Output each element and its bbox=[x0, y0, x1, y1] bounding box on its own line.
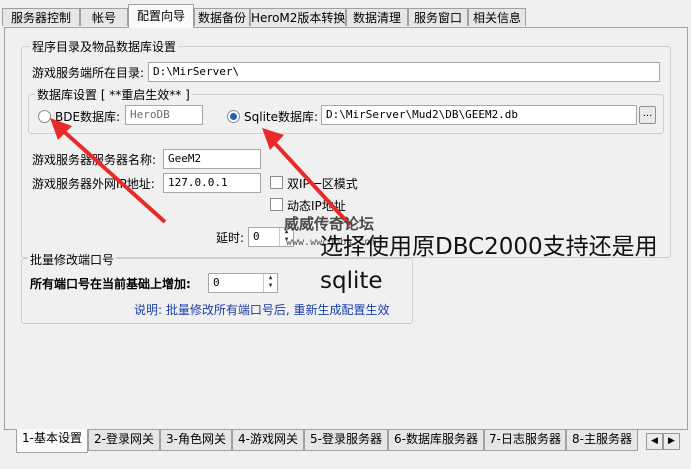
tab-game-gateway[interactable]: 4-游戏网关 bbox=[232, 430, 304, 451]
tab-main-server[interactable]: 8-主服务器 bbox=[566, 430, 638, 451]
tab-config-wizard[interactable]: 配置向导 bbox=[128, 4, 194, 28]
annotation-text: 选择使用原DBC2000支持还是用sqlite bbox=[320, 234, 658, 294]
arrow-to-sqlite bbox=[268, 136, 352, 227]
tab-log-server[interactable]: 7-日志服务器 bbox=[484, 430, 566, 451]
tab-login-server[interactable]: 5-登录服务器 bbox=[304, 430, 388, 451]
tab-login-gateway[interactable]: 2-登录网关 bbox=[88, 430, 160, 451]
tab-scroll-left-icon[interactable]: ◀ bbox=[646, 433, 663, 450]
tab-db-server[interactable]: 6-数据库服务器 bbox=[388, 430, 484, 451]
bottom-tab-bar: 1-基本设置 2-登录网关 3-角色网关 4-游戏网关 5-登录服务器 6-数据… bbox=[0, 429, 691, 455]
tab-scroll-right-icon[interactable]: ▶ bbox=[663, 433, 680, 450]
tab-role-gateway[interactable]: 3-角色网关 bbox=[160, 430, 232, 451]
arrow-to-bde bbox=[58, 126, 167, 224]
tab-basic-settings[interactable]: 1-基本设置 bbox=[16, 429, 88, 453]
